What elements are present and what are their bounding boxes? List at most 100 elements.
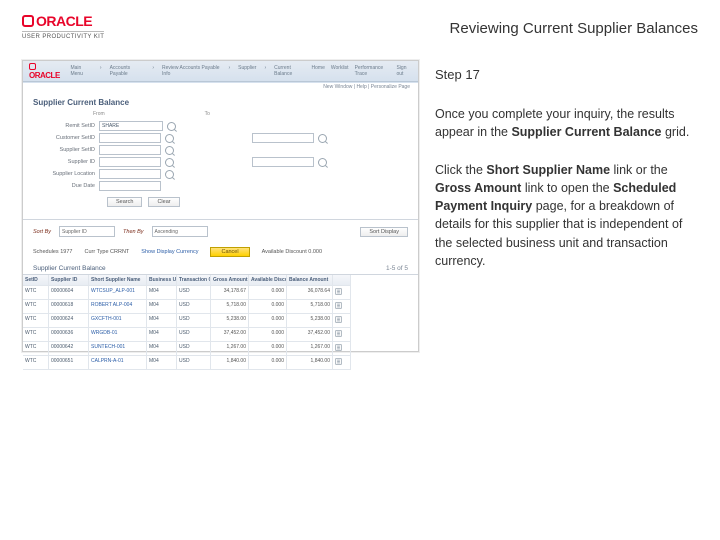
cell-supplier: 00000624: [49, 314, 89, 328]
short-supplier-name-link[interactable]: WTCSUP_ALP-001: [89, 286, 147, 300]
sort-by-label: Sort By: [33, 229, 51, 235]
supplier-id-input[interactable]: [99, 157, 161, 167]
gross-amount-link[interactable]: 5,718.00: [211, 300, 249, 314]
instruction-p1: Once you complete your inquiry, the resu…: [435, 105, 698, 141]
lookup-icon[interactable]: [167, 122, 176, 131]
cell-disc: 0.000: [249, 342, 287, 356]
gross-amount-link[interactable]: 5,238.00: [211, 314, 249, 328]
then-by-select[interactable]: Ascending: [152, 226, 208, 237]
step-label: Step 17: [435, 66, 698, 85]
detail-icon[interactable]: [333, 342, 351, 356]
customer-setid-to-input[interactable]: [252, 133, 314, 143]
upk-label: USER PRODUCTIVITY KIT: [22, 31, 104, 40]
breadcrumb: Main Menu› Accounts Payable› Review Acco…: [70, 65, 305, 77]
cell-bal: 5,718.00: [287, 300, 333, 314]
col-bu[interactable]: Business Unit: [147, 275, 177, 286]
col-bal[interactable]: Balance Amount: [287, 275, 333, 286]
subbar: New Window | Help | Personalize Page: [23, 82, 418, 92]
table-row: WTC00000624GXCFTH-001M04USD5,238.000.000…: [23, 314, 418, 328]
oracle-logo: ORACLE: [22, 14, 92, 28]
col-action: [333, 275, 351, 286]
short-supplier-name-link[interactable]: SUNTECH-001: [89, 342, 147, 356]
supplier-setid-label: Supplier SetID: [37, 147, 95, 153]
gross-amount-link[interactable]: 37,452.00: [211, 328, 249, 342]
cell-bal: 1,840.00: [287, 356, 333, 370]
short-supplier-name-link[interactable]: CALPRN-A-01: [89, 356, 147, 370]
cell-setid: WTC: [23, 342, 49, 356]
instruction-p2: Click the Short Supplier Name link or th…: [435, 161, 698, 270]
cell-setid: WTC: [23, 286, 49, 300]
cell-setid: WTC: [23, 328, 49, 342]
detail-icon[interactable]: [333, 300, 351, 314]
cell-supplier: 00000604: [49, 286, 89, 300]
cell-bu: M04: [147, 286, 177, 300]
to-label: To: [205, 111, 210, 117]
top-links: Home Worklist Performance Trace Sign out: [312, 65, 412, 77]
lookup-icon[interactable]: [318, 158, 327, 167]
then-by-label: Then By: [123, 229, 143, 235]
cell-bal: 5,238.00: [287, 314, 333, 328]
lookup-icon[interactable]: [165, 134, 174, 143]
table-row: WTC00000651CALPRN-A-01M04USD1,840.000.00…: [23, 356, 418, 370]
table-row: WTC00000604WTCSUP_ALP-001M04USD34,178.67…: [23, 286, 418, 300]
lookup-icon[interactable]: [165, 170, 174, 179]
table-row: WTC00000636WRGDB-01M04USD37,452.000.0003…: [23, 328, 418, 342]
col-short-name[interactable]: Short Supplier Name: [89, 275, 147, 286]
remit-setid-label: Remit SetID: [37, 123, 95, 129]
short-supplier-name-link[interactable]: ROBERT ALP-004: [89, 300, 147, 314]
search-button[interactable]: Search: [107, 197, 142, 207]
page-title: Reviewing Current Supplier Balances: [450, 14, 698, 37]
avail-disc-label: Available Discount 0.000: [262, 249, 322, 255]
lookup-icon[interactable]: [165, 158, 174, 167]
gross-amount-link[interactable]: 1,840.00: [211, 356, 249, 370]
lookup-icon[interactable]: [165, 146, 174, 155]
cancel-button[interactable]: Cancel: [210, 247, 249, 257]
curr-type-label: Curr Type CRRNT: [84, 249, 129, 255]
short-supplier-name-link[interactable]: WRGDB-01: [89, 328, 147, 342]
mini-oracle-logo: ORACLE: [29, 62, 64, 80]
detail-icon[interactable]: [333, 286, 351, 300]
cell-curr: USD: [177, 300, 211, 314]
col-supplier-id[interactable]: Supplier ID: [49, 275, 89, 286]
table-row: WTC00000642SUNTECH-001M04USD1,267.000.00…: [23, 342, 418, 356]
lookup-icon[interactable]: [318, 134, 327, 143]
sort-display-button[interactable]: Sort Display: [360, 227, 408, 237]
cell-setid: WTC: [23, 356, 49, 370]
cell-disc: 0.000: [249, 314, 287, 328]
show-display-currency[interactable]: Show Display Currency: [141, 249, 198, 255]
due-date-input[interactable]: [99, 181, 161, 191]
supplier-location-input[interactable]: [99, 169, 161, 179]
detail-icon[interactable]: [333, 328, 351, 342]
cell-curr: USD: [177, 356, 211, 370]
sort-by-select[interactable]: Supplier ID: [59, 226, 115, 237]
screenshot-page-title: Supplier Current Balance: [23, 92, 418, 111]
short-supplier-name-link[interactable]: GXCFTH-001: [89, 314, 147, 328]
balance-grid: SetID Supplier ID Short Supplier Name Bu…: [23, 274, 418, 370]
customer-setid-input[interactable]: [99, 133, 161, 143]
cell-disc: 0.000: [249, 300, 287, 314]
col-setid[interactable]: SetID: [23, 275, 49, 286]
cell-setid: WTC: [23, 314, 49, 328]
gross-amount-link[interactable]: 1,267.00: [211, 342, 249, 356]
supplier-location-label: Supplier Location: [37, 171, 95, 177]
cell-curr: USD: [177, 342, 211, 356]
cell-disc: 0.000: [249, 328, 287, 342]
cell-disc: 0.000: [249, 356, 287, 370]
col-gross[interactable]: Gross Amount: [211, 275, 249, 286]
cell-bal: 37,452.00: [287, 328, 333, 342]
supplier-id-to-input[interactable]: [252, 157, 314, 167]
remit-setid-input[interactable]: SHARE: [99, 121, 163, 131]
cell-bal: 1,267.00: [287, 342, 333, 356]
from-label: From: [93, 111, 105, 117]
col-disc[interactable]: Available Discount: [249, 275, 287, 286]
cell-curr: USD: [177, 286, 211, 300]
supplier-setid-input[interactable]: [99, 145, 161, 155]
gross-amount-link[interactable]: 34,178.67: [211, 286, 249, 300]
detail-icon[interactable]: [333, 356, 351, 370]
cell-setid: WTC: [23, 300, 49, 314]
cell-supplier: 00000618: [49, 300, 89, 314]
col-curr[interactable]: Transaction Currency: [177, 275, 211, 286]
cell-bu: M04: [147, 356, 177, 370]
detail-icon[interactable]: [333, 314, 351, 328]
clear-button[interactable]: Clear: [148, 197, 179, 207]
